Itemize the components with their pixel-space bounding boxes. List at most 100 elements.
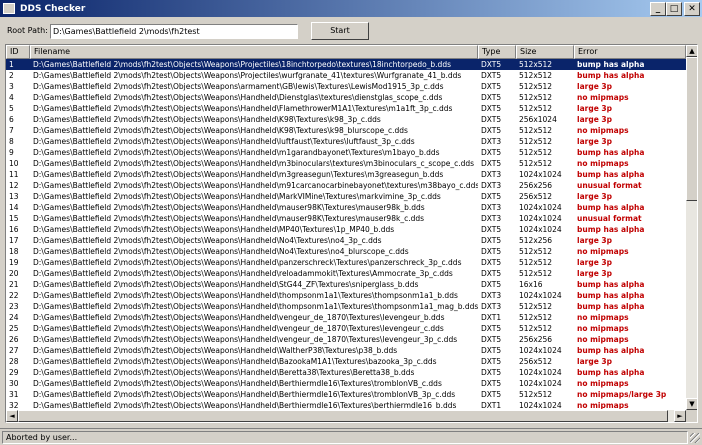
cell-error: no mipmaps (577, 401, 629, 409)
table-row[interactable]: 30 D:\Games\Battlefield 2\mods\fh2test\Ob… (6, 378, 686, 389)
cell-size: 1024x1024 (519, 291, 562, 300)
header-type[interactable]: Type (478, 45, 516, 59)
cell-filename: D:\Games\Battlefield 2\mods\fh2test\Obje… (33, 82, 444, 91)
table-row[interactable]: 1 D:\Games\Battlefield 2\mods\fh2test\Obj… (6, 59, 686, 70)
cell-filename: D:\Games\Battlefield 2\mods\fh2test\Obje… (33, 258, 462, 267)
table-row[interactable]: 23 D:\Games\Battlefield 2\mods\fh2test\Ob… (6, 301, 686, 312)
cell-type: DXT5 (481, 60, 502, 69)
results-list[interactable]: ID Filename Type Size Error 1 D:\Games\Ba… (5, 44, 698, 423)
cell-filename: D:\Games\Battlefield 2\mods\fh2test\Obje… (33, 357, 437, 366)
close-button[interactable]: ✕ (684, 2, 700, 16)
scroll-up-icon[interactable]: ▲ (686, 45, 697, 57)
table-row[interactable]: 14 D:\Games\Battlefield 2\mods\fh2test\Ob… (6, 202, 686, 213)
resize-grip-icon[interactable] (690, 433, 700, 443)
cell-type: DXT5 (481, 71, 502, 80)
cell-id: 30 (9, 379, 19, 388)
table-row[interactable]: 6 D:\Games\Battlefield 2\mods\fh2test\Obj… (6, 114, 686, 125)
cell-size: 1024x1024 (519, 368, 562, 377)
scroll-right-icon[interactable]: ► (674, 410, 686, 422)
cell-id: 12 (9, 181, 19, 190)
cell-type: DXT3 (481, 291, 502, 300)
table-row[interactable]: 2 D:\Games\Battlefield 2\mods\fh2test\Obj… (6, 70, 686, 81)
table-row[interactable]: 4 D:\Games\Battlefield 2\mods\fh2test\Obj… (6, 92, 686, 103)
horizontal-scroll-thumb[interactable] (18, 410, 668, 422)
cell-filename: D:\Games\Battlefield 2\mods\fh2test\Obje… (33, 192, 441, 201)
cell-id: 21 (9, 280, 19, 289)
table-row[interactable]: 27 D:\Games\Battlefield 2\mods\fh2test\Ob… (6, 345, 686, 356)
cell-filename: D:\Games\Battlefield 2\mods\fh2test\Obje… (33, 137, 415, 146)
table-row[interactable]: 25 D:\Games\Battlefield 2\mods\fh2test\Ob… (6, 323, 686, 334)
cell-filename: D:\Games\Battlefield 2\mods\fh2test\Obje… (33, 291, 458, 300)
maximize-button[interactable]: □ (666, 2, 682, 16)
table-row[interactable]: 22 D:\Games\Battlefield 2\mods\fh2test\Ob… (6, 290, 686, 301)
table-row[interactable]: 24 D:\Games\Battlefield 2\mods\fh2test\Ob… (6, 312, 686, 323)
cell-size: 512x512 (519, 93, 553, 102)
minimize-button[interactable]: _ (650, 2, 666, 16)
table-row[interactable]: 21 D:\Games\Battlefield 2\mods\fh2test\Ob… (6, 279, 686, 290)
table-row[interactable]: 8 D:\Games\Battlefield 2\mods\fh2test\Obj… (6, 136, 686, 147)
cell-id: 3 (9, 82, 14, 91)
header-size[interactable]: Size (516, 45, 574, 59)
cell-id: 11 (9, 170, 19, 179)
table-row[interactable]: 19 D:\Games\Battlefield 2\mods\fh2test\Ob… (6, 257, 686, 268)
cell-error: bump has alpha (577, 280, 645, 289)
cell-error: large 3p (577, 137, 612, 146)
cell-id: 17 (9, 236, 19, 245)
table-row[interactable]: 12 D:\Games\Battlefield 2\mods\fh2test\Ob… (6, 180, 686, 191)
table-row[interactable]: 11 D:\Games\Battlefield 2\mods\fh2test\Ob… (6, 169, 686, 180)
header-id[interactable]: ID (6, 45, 30, 59)
title-bar[interactable]: DDS Checker _ □ ✕ (0, 0, 702, 17)
vertical-scrollbar[interactable]: ▲ ▼ (686, 45, 697, 410)
cell-size: 512x512 (519, 71, 553, 80)
cell-id: 6 (9, 115, 14, 124)
cell-size: 256x256 (519, 335, 553, 344)
cell-error: bump has alpha (577, 170, 645, 179)
header-filename[interactable]: Filename (30, 45, 478, 59)
table-row[interactable]: 29 D:\Games\Battlefield 2\mods\fh2test\Ob… (6, 367, 686, 378)
cell-error: no mipmaps (577, 335, 629, 344)
cell-id: 9 (9, 148, 14, 157)
cell-id: 27 (9, 346, 19, 355)
cell-error: no mipmaps (577, 93, 629, 102)
table-row[interactable]: 31 D:\Games\Battlefield 2\mods\fh2test\Ob… (6, 389, 686, 400)
cell-filename: D:\Games\Battlefield 2\mods\fh2test\Obje… (33, 60, 451, 69)
cell-error: bump has alpha (577, 71, 645, 80)
scroll-down-icon[interactable]: ▼ (686, 398, 697, 410)
cell-id: 7 (9, 126, 14, 135)
cell-type: DXT5 (481, 115, 502, 124)
cell-type: DXT3 (481, 203, 502, 212)
table-row[interactable]: 17 D:\Games\Battlefield 2\mods\fh2test\Ob… (6, 235, 686, 246)
table-row[interactable]: 13 D:\Games\Battlefield 2\mods\fh2test\Ob… (6, 191, 686, 202)
cell-filename: D:\Games\Battlefield 2\mods\fh2test\Obje… (33, 71, 462, 80)
table-row[interactable]: 16 D:\Games\Battlefield 2\mods\fh2test\Ob… (6, 224, 686, 235)
root-path-input[interactable]: D:\Games\Battlefield 2\mods\fh2test (50, 24, 298, 39)
table-row[interactable]: 5 D:\Games\Battlefield 2\mods\fh2test\Obj… (6, 103, 686, 114)
table-row[interactable]: 15 D:\Games\Battlefield 2\mods\fh2test\Ob… (6, 213, 686, 224)
scroll-left-icon[interactable]: ◄ (6, 410, 18, 422)
table-row[interactable]: 20 D:\Games\Battlefield 2\mods\fh2test\Ob… (6, 268, 686, 279)
table-row[interactable]: 26 D:\Games\Battlefield 2\mods\fh2test\Ob… (6, 334, 686, 345)
cell-error: large 3p (577, 104, 612, 113)
table-row[interactable]: 28 D:\Games\Battlefield 2\mods\fh2test\Ob… (6, 356, 686, 367)
cell-type: DXT5 (481, 269, 502, 278)
start-button[interactable]: Start (311, 22, 369, 40)
cell-id: 20 (9, 269, 19, 278)
table-row[interactable]: 3 D:\Games\Battlefield 2\mods\fh2test\Obj… (6, 81, 686, 92)
table-row[interactable]: 10 D:\Games\Battlefield 2\mods\fh2test\Ob… (6, 158, 686, 169)
root-path-row: Root Path: D:\Games\Battlefield 2\mods\f… (0, 20, 702, 40)
horizontal-scrollbar[interactable]: ◄ ► (6, 410, 686, 422)
table-row[interactable]: 32 D:\Games\Battlefield 2\mods\fh2test\Ob… (6, 400, 686, 409)
cell-id: 8 (9, 137, 14, 146)
table-row[interactable]: 9 D:\Games\Battlefield 2\mods\fh2test\Obj… (6, 147, 686, 158)
table-row[interactable]: 18 D:\Games\Battlefield 2\mods\fh2test\Ob… (6, 246, 686, 257)
cell-filename: D:\Games\Battlefield 2\mods\fh2test\Obje… (33, 390, 456, 399)
cell-filename: D:\Games\Battlefield 2\mods\fh2test\Obje… (33, 225, 395, 234)
cell-id: 10 (9, 159, 19, 168)
vertical-scroll-thumb[interactable] (686, 57, 697, 201)
cell-id: 15 (9, 214, 19, 223)
table-row[interactable]: 7 D:\Games\Battlefield 2\mods\fh2test\Obj… (6, 125, 686, 136)
header-error[interactable]: Error (574, 45, 686, 59)
cell-error: no mipmaps (577, 324, 629, 333)
cell-id: 26 (9, 335, 19, 344)
cell-id: 29 (9, 368, 19, 377)
